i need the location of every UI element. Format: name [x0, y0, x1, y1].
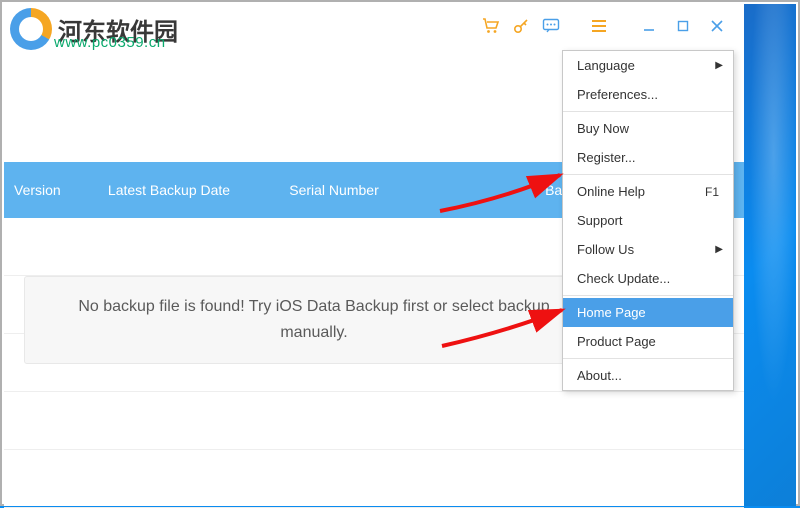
col-serial: Serial Number [244, 182, 424, 198]
empty-state-message: No backup file is found! Try iOS Data Ba… [24, 276, 604, 364]
close-button[interactable] [700, 11, 734, 41]
maximize-button[interactable] [666, 11, 700, 41]
site-url: www.pc0359.cn [54, 34, 166, 51]
menu-separator [563, 358, 733, 359]
menu-check-update[interactable]: Check Update... [563, 264, 733, 293]
menu-item-label: Preferences... [577, 87, 658, 102]
cart-icon[interactable] [476, 11, 506, 41]
hamburger-menu-icon[interactable] [584, 11, 614, 41]
table-row [4, 450, 744, 508]
logo-icon [10, 8, 52, 50]
col-version: Version [4, 182, 94, 198]
outer-frame: 河东软件园 www.pc0359.cn [0, 0, 800, 506]
menu-item-label: About... [577, 368, 622, 383]
menu-buy-now[interactable]: Buy Now [563, 114, 733, 143]
feedback-icon[interactable] [536, 11, 566, 41]
menu-separator [563, 111, 733, 112]
menu-item-label: Online Help [577, 184, 645, 199]
main-menu: Language ▶ Preferences... Buy Now Regist… [562, 50, 734, 391]
menu-register[interactable]: Register... [563, 143, 733, 172]
menu-preferences[interactable]: Preferences... [563, 80, 733, 109]
menu-about[interactable]: About... [563, 361, 733, 390]
menu-separator [563, 295, 733, 296]
message-text: No backup file is found! Try iOS Data Ba… [65, 294, 563, 345]
menu-item-label: Follow Us [577, 242, 634, 257]
menu-item-label: Home Page [577, 305, 646, 320]
key-icon[interactable] [506, 11, 536, 41]
chevron-right-icon: ▶ [715, 244, 723, 255]
menu-online-help[interactable]: Online Help F1 [563, 177, 733, 206]
minimize-button[interactable] [632, 11, 666, 41]
menu-language[interactable]: Language ▶ [563, 51, 733, 80]
menu-item-shortcut: F1 [705, 185, 719, 199]
app-window: 河东软件园 www.pc0359.cn [4, 4, 744, 506]
menu-item-label: Check Update... [577, 271, 670, 286]
table-row [4, 392, 744, 450]
chevron-right-icon: ▶ [715, 60, 723, 71]
menu-item-label: Language [577, 58, 635, 73]
col-backup-date: Latest Backup Date [94, 182, 244, 198]
menu-follow-us[interactable]: Follow Us ▶ [563, 235, 733, 264]
desktop-wallpaper [740, 4, 796, 506]
menu-item-label: Register... [577, 150, 636, 165]
menu-product-page[interactable]: Product Page [563, 327, 733, 356]
menu-support[interactable]: Support [563, 206, 733, 235]
menu-item-label: Buy Now [577, 121, 629, 136]
menu-separator [563, 174, 733, 175]
menu-item-label: Product Page [577, 334, 656, 349]
menu-item-label: Support [577, 213, 623, 228]
menu-home-page[interactable]: Home Page [563, 298, 733, 327]
